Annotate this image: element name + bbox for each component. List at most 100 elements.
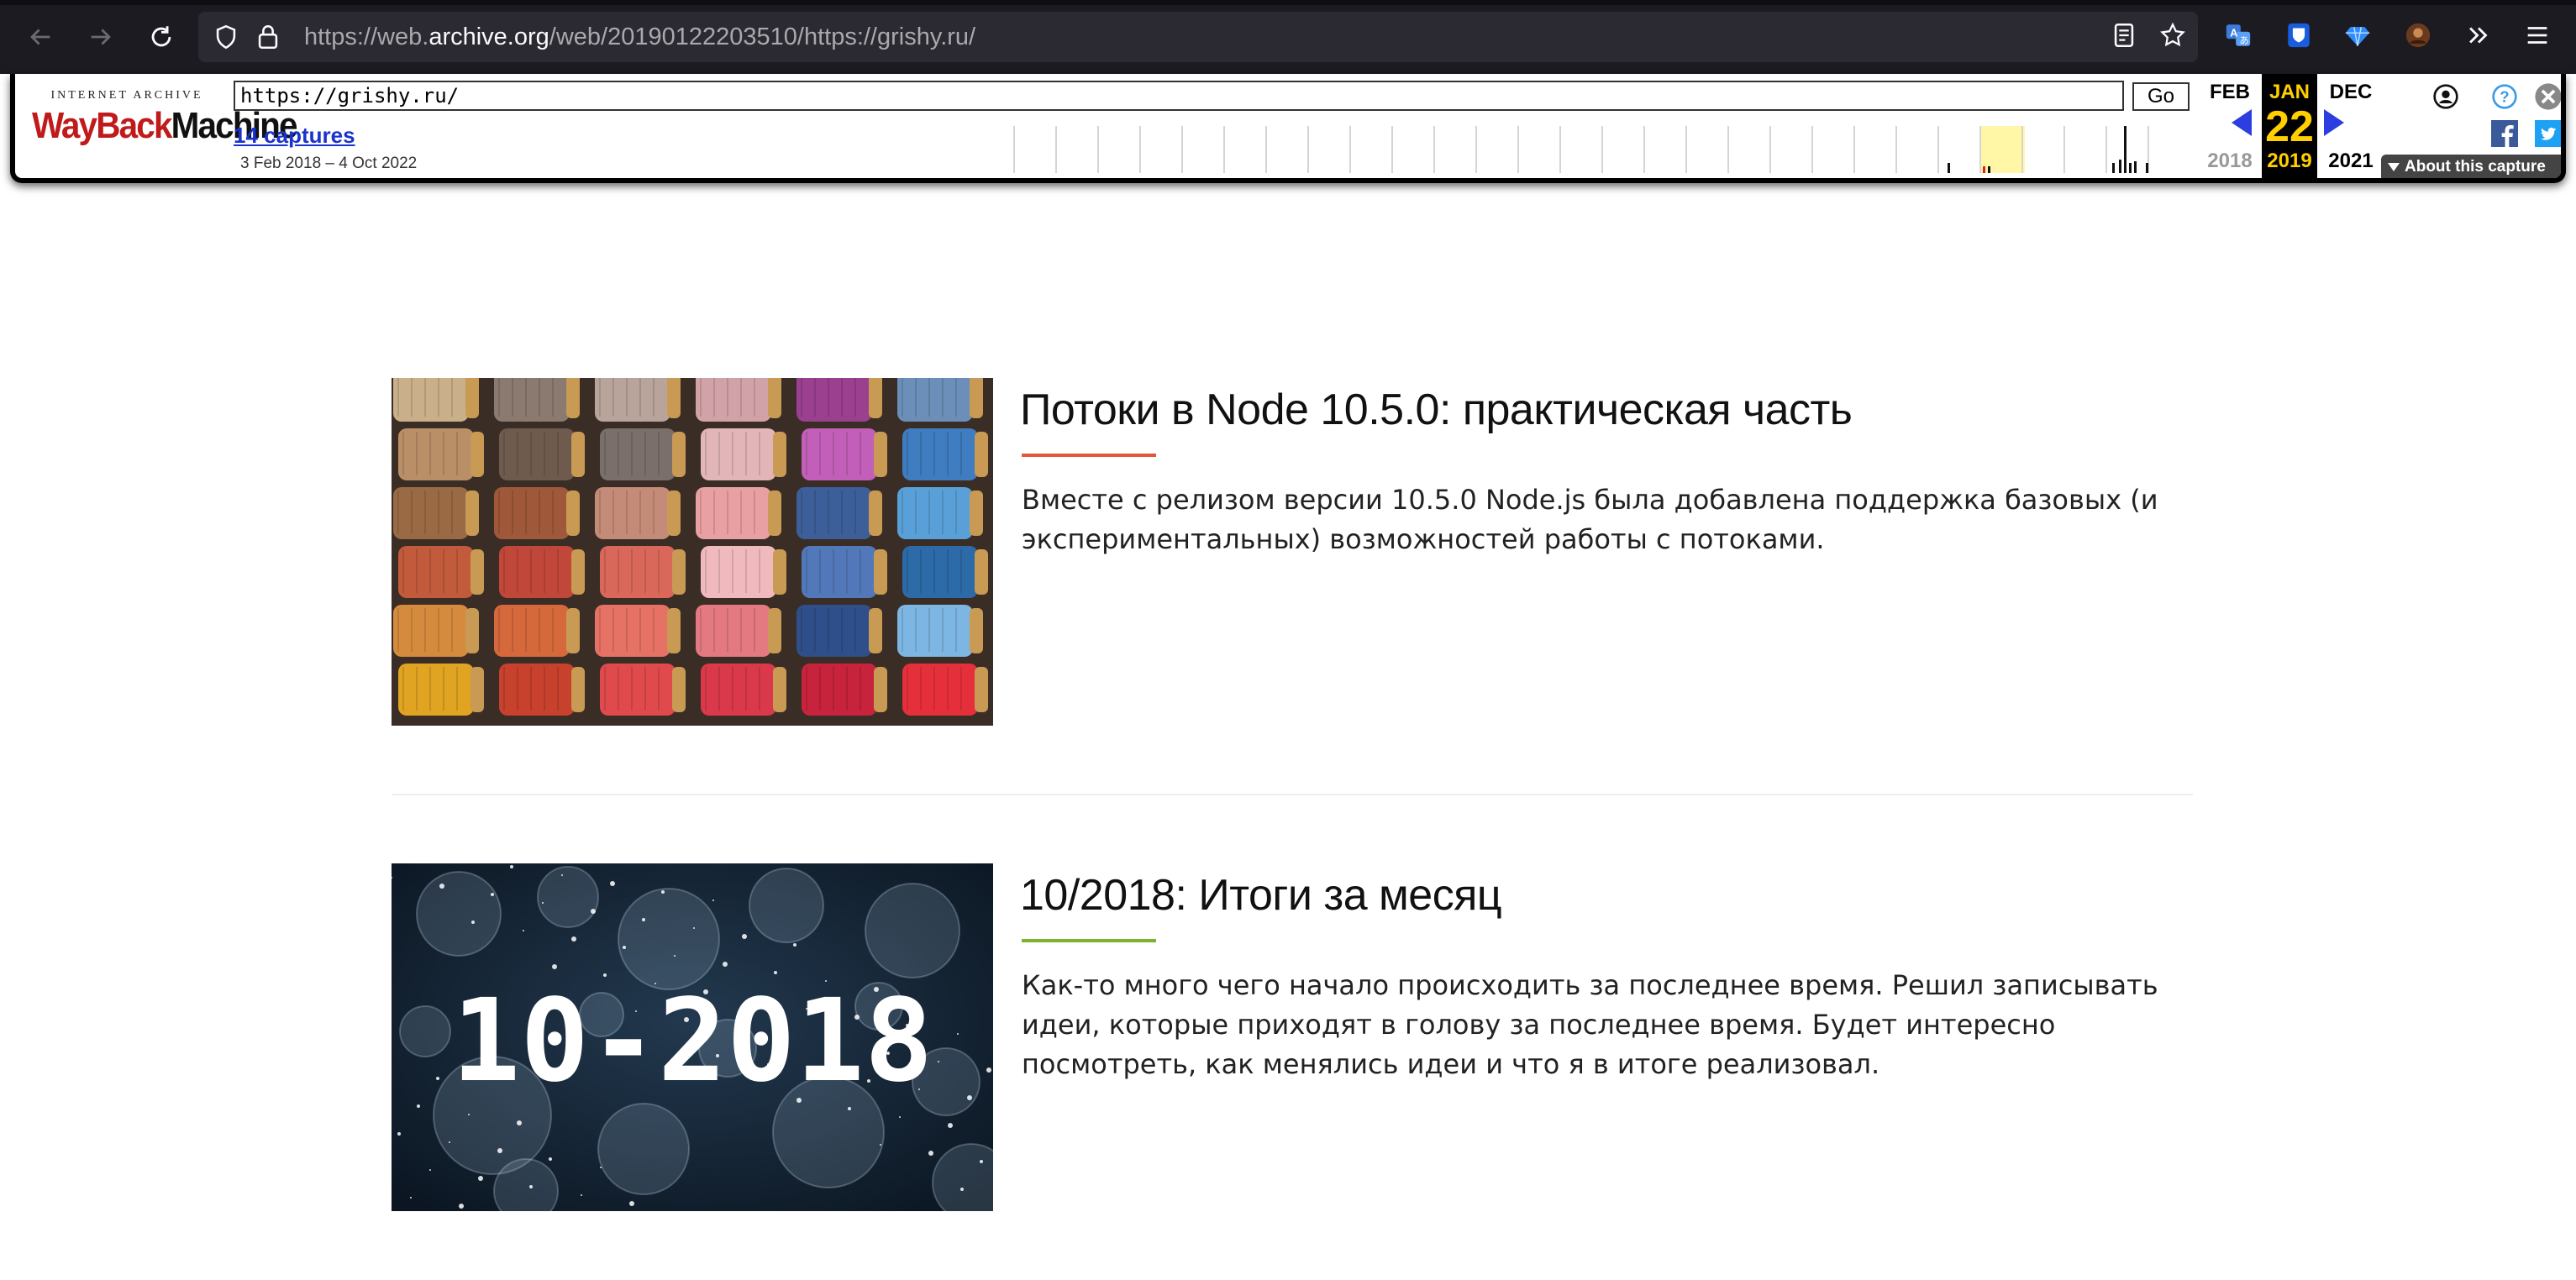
sparkle xyxy=(980,1160,983,1163)
translate-icon: Aあ xyxy=(2226,24,2251,46)
spool-cap xyxy=(975,432,988,477)
profile-extension-button[interactable] xyxy=(2401,18,2435,52)
spool-cap xyxy=(667,378,681,418)
thread-spool xyxy=(494,378,570,422)
sparkle xyxy=(793,943,796,947)
spool-cap xyxy=(768,608,781,653)
thread-spool xyxy=(393,605,469,657)
post-image-bokeh[interactable]: 10-2018 xyxy=(392,863,993,1211)
bokeh-circle xyxy=(865,883,960,978)
post-title[interactable]: 10/2018: Итоги за месяц xyxy=(1020,870,1502,921)
thread-spool xyxy=(897,378,973,422)
timeline-capture-bar[interactable] xyxy=(2119,160,2121,173)
spool-cap xyxy=(566,490,580,536)
sparkle xyxy=(491,893,494,896)
timeline-year-tick xyxy=(2063,126,2065,173)
thread-spool xyxy=(398,546,474,598)
reload-button[interactable] xyxy=(143,18,180,55)
spool-cap xyxy=(874,549,887,595)
wayback-logo[interactable]: INTERNET ARCHIVE WayBackMachine xyxy=(32,89,298,165)
captures-link[interactable]: 14 captures xyxy=(234,123,355,149)
user-circle-icon xyxy=(2433,84,2458,109)
bokeh-circle xyxy=(416,871,502,957)
wayback-go-button[interactable]: Go xyxy=(2132,82,2190,111)
sparkle xyxy=(510,865,513,868)
forward-button[interactable] xyxy=(82,18,119,55)
thread-spool xyxy=(499,664,575,716)
next-capture-month[interactable]: DEC 2021 xyxy=(2321,74,2381,178)
thread-spool xyxy=(802,428,877,480)
wayback-url-input[interactable] xyxy=(234,81,2124,111)
facebook-icon xyxy=(2491,120,2518,147)
timeline-capture-bar[interactable] xyxy=(1948,163,1950,173)
spool-cap xyxy=(465,608,479,653)
post-accent-line xyxy=(1022,454,1156,457)
timeline-capture-bar[interactable] xyxy=(2129,163,2132,173)
menu-button[interactable] xyxy=(2521,18,2554,52)
sparkle xyxy=(439,884,444,889)
lock-icon[interactable] xyxy=(254,23,282,51)
thread-spool xyxy=(802,546,877,598)
bookmark-button[interactable] xyxy=(2156,18,2190,52)
thread-spool xyxy=(398,428,474,480)
timeline-year-tick xyxy=(1475,126,1477,173)
reader-view-button[interactable] xyxy=(2107,18,2141,52)
timeline-capture-bar[interactable] xyxy=(2146,163,2148,173)
timeline-capture-bar[interactable] xyxy=(1983,166,1985,173)
post-image-spools[interactable] xyxy=(392,378,993,726)
share-facebook-button[interactable] xyxy=(2490,119,2519,148)
thread-spool xyxy=(897,487,973,539)
thread-spool xyxy=(696,605,771,657)
timeline-capture-bar[interactable] xyxy=(2124,126,2127,173)
sparkle xyxy=(880,1144,881,1146)
sparkle xyxy=(523,930,524,931)
spool-cap xyxy=(773,667,786,712)
sparkle xyxy=(957,1033,959,1035)
timeline-year-tick xyxy=(1769,126,1771,173)
spool-cap xyxy=(869,490,882,536)
about-capture-button[interactable]: About this capture xyxy=(2381,155,2561,178)
help-button[interactable]: ? xyxy=(2490,82,2519,111)
close-toolbar-button[interactable] xyxy=(2534,82,2561,111)
bokeh-circle xyxy=(399,1005,451,1057)
timeline-capture-bar[interactable] xyxy=(2134,161,2137,173)
tab-strip-edge xyxy=(0,0,2576,5)
thread-spool xyxy=(802,664,877,716)
translate-extension-button[interactable]: Aあ xyxy=(2221,18,2255,52)
back-button[interactable] xyxy=(22,18,59,55)
thread-spool xyxy=(696,378,771,422)
url-text[interactable]: https://web.archive.org/web/201901222035… xyxy=(304,24,975,51)
timeline-capture-bar[interactable] xyxy=(1988,166,1990,173)
sparkle xyxy=(478,1176,483,1181)
sparkle xyxy=(436,1077,439,1080)
spool-cap xyxy=(672,432,686,477)
timeline-capture-bar[interactable] xyxy=(2112,163,2115,173)
address-bar[interactable]: https://web.archive.org/web/201901222035… xyxy=(198,12,2198,62)
bitwarden-extension-button[interactable] xyxy=(2282,18,2316,52)
sparkle xyxy=(600,1167,602,1168)
shield-icon[interactable] xyxy=(212,23,240,51)
sparkle xyxy=(967,1095,972,1100)
sparkle xyxy=(561,874,563,876)
account-button[interactable] xyxy=(2431,82,2460,111)
overflow-button[interactable] xyxy=(2462,18,2495,52)
thread-spool xyxy=(796,605,872,657)
svg-text:あ: あ xyxy=(2239,35,2248,46)
hamburger-menu-icon xyxy=(2527,27,2547,44)
gem-extension-button[interactable] xyxy=(2341,18,2374,52)
post-item: 10-2018 10/2018: Итоги за месяц Как-то м… xyxy=(392,863,2193,1216)
timeline-year-tick xyxy=(1139,126,1141,173)
sparkle xyxy=(661,890,665,894)
thread-spool xyxy=(398,664,474,716)
post-title[interactable]: Потоки в Node 10.5.0: практическая часть xyxy=(1020,385,1853,435)
spool-cap xyxy=(975,549,988,595)
sparkle xyxy=(542,902,544,904)
timeline-year-tick xyxy=(1979,126,1981,173)
capture-timeline[interactable] xyxy=(1007,126,2216,178)
spool-cap xyxy=(471,667,484,712)
double-chevron-right-icon xyxy=(2469,27,2488,44)
post-item: Потоки в Node 10.5.0: практическая часть… xyxy=(392,378,2193,731)
sparkle xyxy=(449,1141,450,1143)
share-twitter-button[interactable] xyxy=(2534,119,2561,148)
prev-capture-arrow[interactable] xyxy=(2232,109,2252,136)
